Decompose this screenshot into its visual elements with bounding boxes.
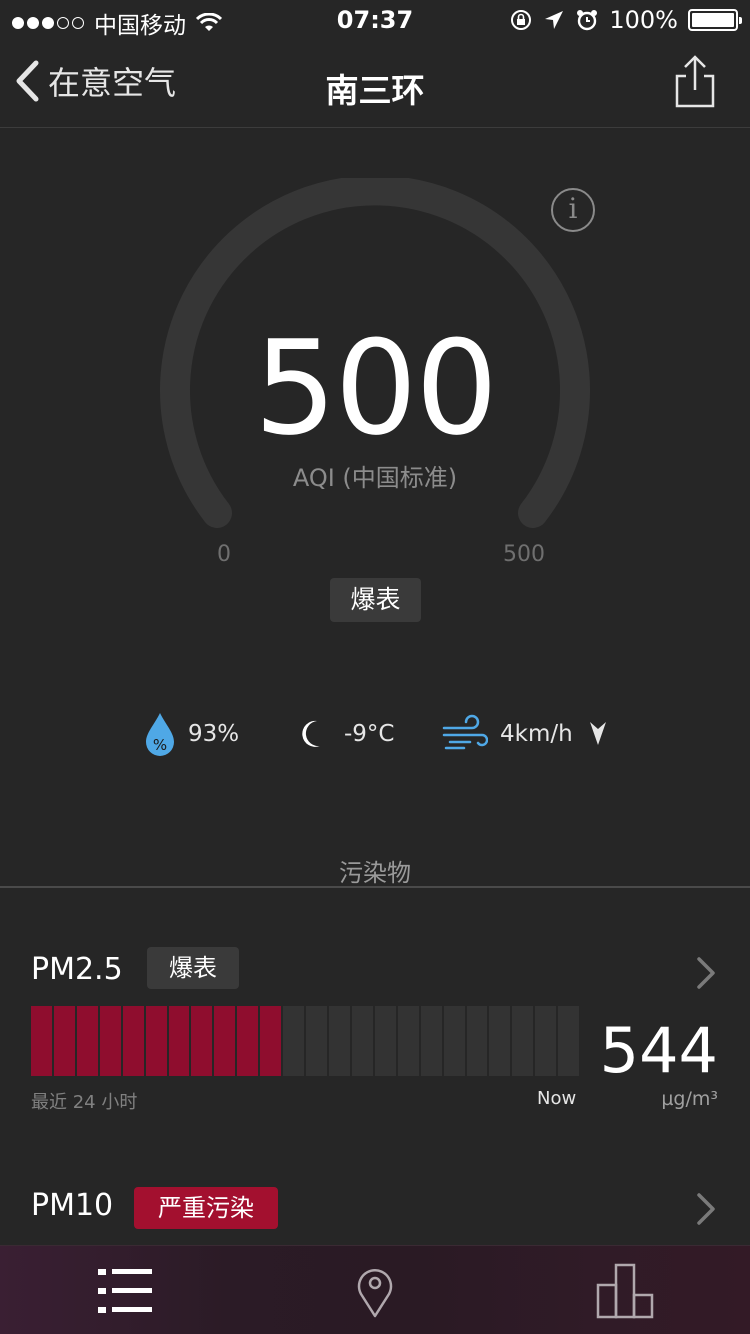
pm25-hour-bar [351,1006,373,1076]
chevron-right-icon [697,1193,715,1225]
gauge-min-label: 0 [217,542,231,567]
pm25-history-label: 最近 24 小时 [31,1092,138,1113]
pm25-hour-bar [328,1006,350,1076]
humidity-drop-icon: % [146,713,174,756]
pm25-level-badge: 爆表 [147,947,239,989]
tab-list[interactable] [0,1246,250,1334]
location-arrow-icon [545,11,564,29]
pm25-hour-bar [535,1006,557,1076]
moon-icon [302,720,320,747]
map-pin-icon [357,1268,393,1317]
section-divider [0,886,750,888]
pm25-hour-bar [214,1006,236,1076]
pm25-hour-bar [466,1006,488,1076]
chevron-left-icon [16,60,39,102]
wind-speed-value: 4km/h [500,721,573,747]
pm25-hour-bar [420,1006,442,1076]
gauge-max-label: 500 [503,542,545,567]
pm10-row[interactable]: PM10 严重污染 [0,1180,750,1244]
pm25-hour-bar [397,1006,419,1076]
pm25-hour-bar [512,1006,534,1076]
humidity-item: % 93% [144,706,239,762]
temperature-value: -9°C [344,721,395,747]
pm25-unit: µg/m³ [661,1088,718,1110]
svg-text:%: % [153,736,167,754]
pm25-value: 544 [599,1014,718,1087]
pm25-row[interactable]: PM2.5 爆表 最近 24 小时 Now 544 µg/m³ [0,940,750,1120]
pm25-hour-bar [76,1006,98,1076]
pm25-hour-bar [443,1006,465,1076]
humidity-value: 93% [188,721,240,747]
pm25-hour-bar [53,1006,75,1076]
pm25-hour-bar [237,1006,259,1076]
pm25-hour-bar [260,1006,282,1076]
pm25-hour-bar [122,1006,144,1076]
bar-chart-icon [596,1263,654,1318]
back-label: 在意空气 [48,64,177,102]
battery-percent: 100% [609,6,678,34]
pm25-hour-bar [489,1006,511,1076]
pm25-hour-bar [31,1006,52,1076]
pm25-hour-bar [374,1006,396,1076]
pollutants-section-title: 污染物 [339,859,411,887]
status-right: 100% [509,6,742,34]
chevron-right-icon [697,957,715,989]
pm25-hour-bar [191,1006,213,1076]
pm25-hour-bar [558,1006,580,1076]
pm25-hour-bar [145,1006,167,1076]
tab-ranking[interactable] [500,1246,750,1334]
share-icon [675,55,715,108]
pm25-name: PM2.5 [31,952,123,987]
status-bar: 中国移动 07:37 100% [0,0,750,40]
aqi-value: 500 [253,312,498,464]
pm10-level-badge: 严重污染 [134,1187,278,1229]
tab-map[interactable] [250,1246,500,1334]
pm25-hour-bar [99,1006,121,1076]
share-button[interactable] [672,54,718,110]
nav-bar: 在意空气 南三环 [0,40,750,128]
aqi-level-badge: 爆表 [330,578,421,622]
alarm-icon [577,10,598,31]
wind-item: 4km/h [442,706,607,762]
rotation-lock-icon [511,10,532,30]
list-icon [98,1268,152,1313]
temperature-item: -9°C [298,706,395,762]
weather-strip: % 93% -9°C 4km/h [0,706,750,762]
tab-bar [0,1245,750,1334]
wind-icon [442,714,488,750]
pm25-now-label: Now [537,1088,577,1109]
pm25-24h-bars [31,1006,580,1076]
pm25-hour-bar [306,1006,327,1076]
pm25-hour-bar [283,1006,305,1076]
aqi-standard-label: AQI (中国标准) [292,464,458,492]
wind-direction-icon [589,722,606,745]
pm25-hour-bar [168,1006,190,1076]
back-button[interactable]: 在意空气 [14,58,176,104]
battery-icon [688,9,742,31]
pm10-name: PM10 [31,1188,114,1223]
